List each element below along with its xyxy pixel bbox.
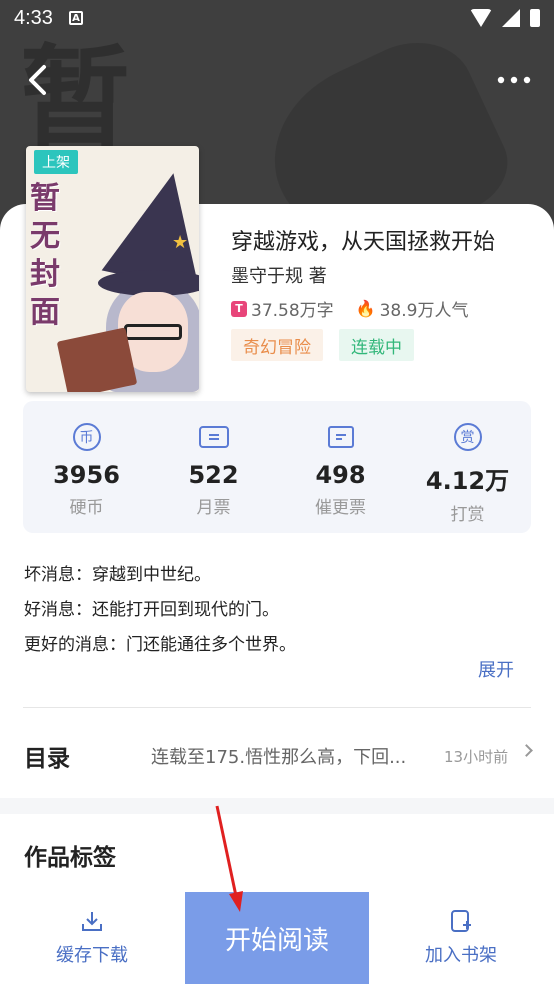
stat-label: 硬币 (69, 498, 104, 518)
battery-icon (530, 9, 540, 27)
star-icon: ★ (172, 232, 189, 253)
popularity: 38.9万人气 (379, 301, 469, 321)
stat-monthly-ticket[interactable]: 522 月票 (150, 401, 277, 533)
back-button[interactable] (22, 62, 52, 98)
more-dots-icon (497, 76, 531, 84)
section-separator (0, 798, 554, 814)
synopsis: 坏消息：穿越到中世纪。 好消息：还能打开回到现代的门。 更好的消息：门还能通往多… (24, 558, 296, 663)
stat-value: 498 (315, 461, 366, 489)
status-bar: 4:33 A (0, 0, 554, 36)
stat-urge-ticket[interactable]: 498 催更票 (277, 401, 404, 533)
genre-tag[interactable]: 奇幻冒险 (231, 329, 323, 361)
add-to-shelf-button[interactable]: 加入书架 (408, 892, 514, 984)
latest-chapter: 连载至175.悟性那么高，下回... (151, 747, 407, 768)
add-bookshelf-icon (451, 910, 471, 932)
book-title: 穿越游戏，从天国拯救开始 (231, 230, 496, 255)
cover-badge: 上架 (34, 150, 78, 174)
word-count: 37.58万字 (251, 301, 334, 321)
tags-heading: 作品标签 (24, 845, 116, 871)
chevron-right-icon (520, 744, 533, 757)
status-time: 4:33 (14, 6, 53, 29)
stats-panel: 币 3956 硬币 522 月票 498 催更票 赏 4.12万 打赏 (23, 401, 531, 533)
wifi-icon (470, 9, 492, 27)
cover-placeholder-text: 暂无封面 (30, 181, 60, 330)
download-icon (82, 912, 102, 931)
cover-art-glasses (124, 324, 182, 340)
expand-link[interactable]: 展开 (478, 656, 514, 682)
word-count-icon: T (231, 300, 247, 317)
ticket-icon (198, 426, 229, 448)
download-label: 缓存下载 (56, 945, 128, 966)
book-cover[interactable]: ★ 暂无封面 上架 (26, 146, 199, 392)
reward-icon: 赏 (453, 423, 482, 451)
notification-icon: A (68, 11, 83, 25)
download-button[interactable]: 缓存下载 (40, 892, 144, 984)
divider (23, 707, 531, 708)
stat-value: 4.12万 (425, 467, 510, 495)
add-to-shelf-label: 加入书架 (425, 945, 497, 966)
stat-reward[interactable]: 赏 4.12万 打赏 (404, 401, 531, 533)
synopsis-line: 坏消息：穿越到中世纪。 (24, 565, 211, 585)
book-author[interactable]: 墨守于规 著 (231, 262, 327, 288)
catalog-label: 目录 (24, 746, 70, 772)
status-tag: 连载中 (339, 329, 414, 361)
screen-icon (327, 426, 354, 448)
back-arrow-icon (29, 65, 46, 95)
coin-icon: 币 (72, 423, 101, 451)
stat-label: 打赏 (450, 505, 485, 525)
update-time: 13小时前 (444, 747, 509, 766)
book-meta: T 37.58万字 🔥 38.9万人气 (231, 296, 468, 321)
cover-art-book (56, 327, 138, 392)
stat-label: 月票 (196, 498, 231, 518)
signal-icon (502, 9, 520, 27)
stat-coins[interactable]: 币 3956 硬币 (23, 401, 150, 533)
stat-value: 3956 (53, 461, 120, 489)
synopsis-line: 更好的消息：门还能通往多个世界。 (24, 635, 296, 655)
stat-label: 催更票 (315, 498, 366, 518)
stat-value: 522 (188, 461, 239, 489)
fire-icon: 🔥 (355, 299, 376, 318)
synopsis-line: 好消息：还能打开回到现代的门。 (24, 600, 279, 620)
more-button[interactable] (496, 68, 532, 92)
catalog-row[interactable]: 目录 连载至175.悟性那么高，下回... 13小时前 (0, 730, 554, 782)
start-reading-button[interactable]: 开始阅读 (185, 892, 369, 984)
